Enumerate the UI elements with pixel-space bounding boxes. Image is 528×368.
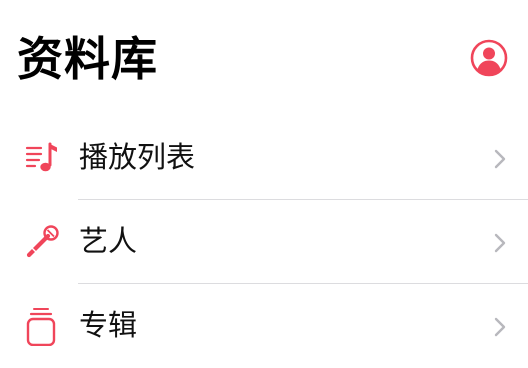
list-item-playlists[interactable]: 播放列表 xyxy=(0,116,528,200)
list-item-label: 专辑 xyxy=(79,308,138,342)
header: 资料库 xyxy=(0,0,528,110)
microphone-icon xyxy=(24,222,64,262)
library-list: 播放列表 艺人 专辑 xyxy=(0,116,528,368)
person-circle-icon xyxy=(470,39,508,77)
chevron-right-icon xyxy=(493,148,507,170)
chevron-right-icon xyxy=(493,316,507,338)
page-title: 资料库 xyxy=(17,32,158,86)
list-item-label: 艺人 xyxy=(79,224,138,258)
list-item-label: 播放列表 xyxy=(79,140,196,174)
album-stack-icon xyxy=(24,306,64,346)
account-button[interactable] xyxy=(470,39,508,77)
list-item-artists[interactable]: 艺人 xyxy=(0,200,528,284)
chevron-right-icon xyxy=(493,232,507,254)
playlist-icon xyxy=(24,138,64,178)
list-item-albums[interactable]: 专辑 xyxy=(0,284,528,368)
